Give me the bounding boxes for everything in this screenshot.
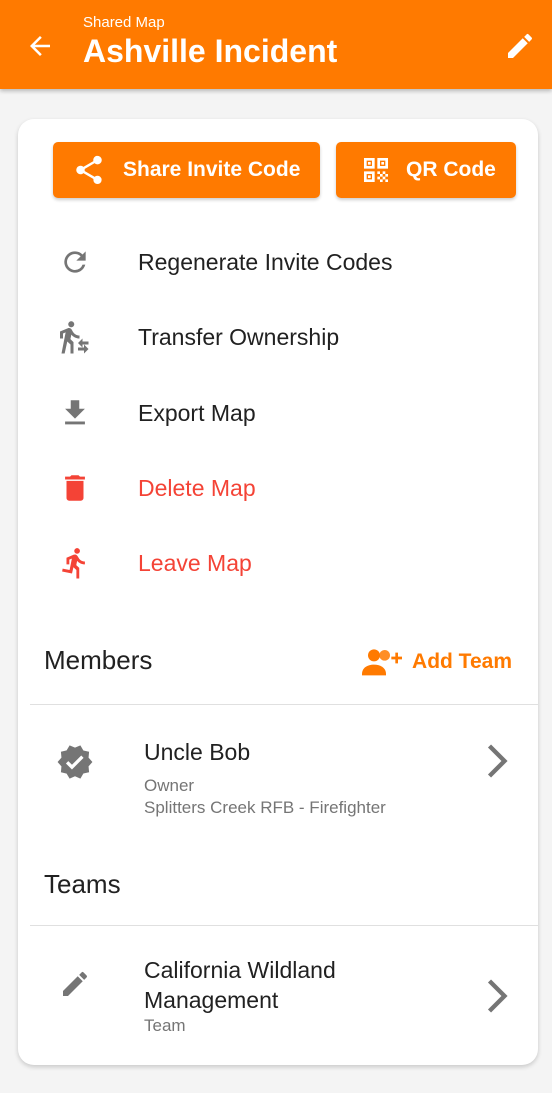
chevron-right-icon [482, 741, 512, 781]
page-title: Ashville Incident [83, 33, 338, 69]
regenerate-invite-codes-action[interactable]: Regenerate Invite Codes [18, 232, 538, 292]
pencil-icon [508, 33, 533, 58]
leave-map-label: Leave Map [138, 549, 252, 576]
download-icon [54, 392, 96, 434]
member-row[interactable]: Uncle Bob Owner Splitters Creek RFB - Fi… [18, 719, 538, 829]
edit-button[interactable] [498, 24, 542, 68]
verified-badge-icon [54, 741, 96, 783]
delete-map-action[interactable]: Delete Map [18, 458, 538, 518]
back-button[interactable] [20, 26, 60, 66]
map-settings-card: Share Invite Code QR Code Regenerate Inv… [18, 119, 538, 1065]
delete-map-label: Delete Map [138, 474, 256, 501]
team-row[interactable]: California Wildland Management Team [18, 949, 538, 1049]
share-invite-code-button[interactable]: Share Invite Code [53, 142, 320, 198]
members-divider [30, 704, 538, 705]
walk-transfer-icon [54, 316, 96, 358]
run-icon [54, 542, 96, 584]
export-map-action[interactable]: Export Map [18, 383, 538, 443]
leave-map-action[interactable]: Leave Map [18, 533, 538, 593]
member-detail: Splitters Creek RFB - Firefighter [144, 798, 386, 817]
chevron-right-icon [482, 976, 512, 1016]
transfer-ownership-action[interactable]: Transfer Ownership [18, 307, 538, 367]
share-icon [71, 152, 107, 188]
trash-icon [54, 467, 96, 509]
teams-heading: Teams [44, 869, 121, 899]
team-name: California Wildland Management [144, 957, 336, 1013]
add-team-label: Add Team [412, 650, 512, 673]
team-type: Team [144, 1016, 186, 1035]
share-invite-code-label: Share Invite Code [123, 158, 301, 181]
add-team-button[interactable]: Add Team [362, 646, 512, 678]
teams-divider [30, 925, 538, 926]
qr-code-label: QR Code [406, 158, 496, 181]
qr-code-button[interactable]: QR Code [336, 142, 516, 198]
page-subtitle: Shared Map [83, 14, 165, 31]
members-heading: Members [44, 645, 153, 675]
regenerate-invite-codes-label: Regenerate Invite Codes [138, 248, 393, 275]
export-map-label: Export Map [138, 399, 256, 426]
app-bar: Shared Map Ashville Incident [0, 0, 552, 89]
member-name: Uncle Bob [144, 739, 251, 765]
transfer-ownership-label: Transfer Ownership [138, 323, 340, 350]
pencil-icon [54, 963, 96, 1005]
arrow-left-icon [30, 36, 50, 56]
qr-code-icon [358, 152, 394, 188]
add-group-icon [362, 647, 403, 677]
member-role: Owner [144, 776, 195, 795]
refresh-icon [54, 241, 96, 283]
